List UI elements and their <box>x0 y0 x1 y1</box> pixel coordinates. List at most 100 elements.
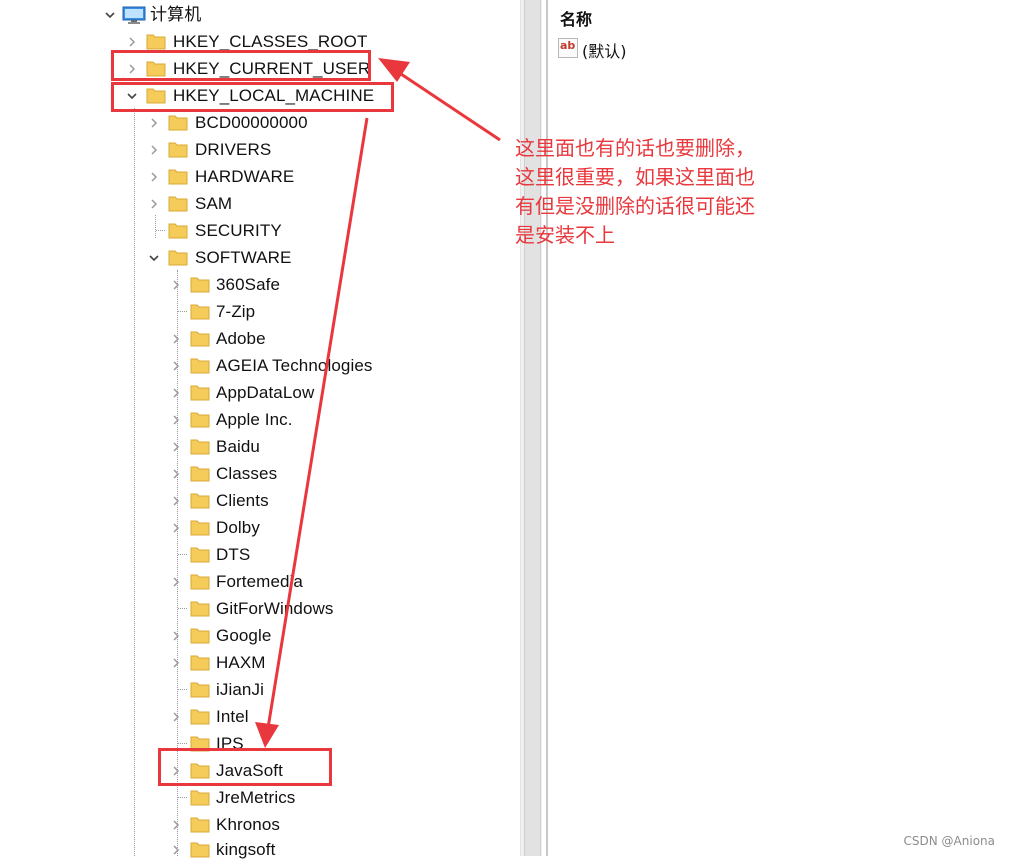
folder-icon <box>168 168 188 185</box>
folder-icon <box>190 654 210 671</box>
values-pane: 名称 ab (默认) <box>548 0 1011 856</box>
tree-node-label: HARDWARE <box>195 167 295 186</box>
annotation-line: 这里面也有的话也要删除， <box>515 136 755 160</box>
folder-icon <box>190 546 210 563</box>
folder-icon <box>190 411 210 428</box>
chevron-right-icon[interactable] <box>170 462 184 486</box>
folder-icon <box>168 195 188 212</box>
tree-guide-line <box>178 797 187 798</box>
scrollbar-thumb[interactable] <box>524 0 541 856</box>
annotation-note: 这里面也有的话也要删除， 这里很重要，如果这里面也 有但是没删除的话很可能还 是… <box>515 134 805 250</box>
tree-node-label: BCD00000000 <box>195 113 308 132</box>
folder-icon <box>190 492 210 509</box>
tree-node-label: SECURITY <box>195 221 282 240</box>
chevron-right-icon[interactable] <box>148 192 162 216</box>
chevron-right-icon[interactable] <box>170 408 184 432</box>
tree-node-label: Intel <box>216 707 249 726</box>
chevron-right-icon[interactable] <box>170 705 184 729</box>
string-value-icon: ab <box>558 38 578 58</box>
folder-icon <box>190 384 210 401</box>
folder-icon <box>190 789 210 806</box>
chevron-right-icon[interactable] <box>148 165 162 189</box>
annotation-line: 这里很重要，如果这里面也 <box>515 165 755 189</box>
tree-node-label: SOFTWARE <box>195 248 292 267</box>
tree-node-label: Apple Inc. <box>216 410 293 429</box>
folder-icon <box>168 141 188 158</box>
chevron-down-icon[interactable] <box>104 3 118 27</box>
folder-icon <box>190 438 210 455</box>
tree-node-label: Dolby <box>216 518 260 537</box>
tree-node-label: AppDataLow <box>216 383 315 402</box>
chevron-right-icon[interactable] <box>170 651 184 675</box>
chevron-right-icon[interactable] <box>170 381 184 405</box>
folder-icon <box>190 708 210 725</box>
folder-icon <box>190 573 210 590</box>
tree-node-label: Classes <box>216 464 278 483</box>
folder-icon <box>190 627 210 644</box>
chevron-right-icon[interactable] <box>170 838 184 862</box>
chevron-right-icon[interactable] <box>170 516 184 540</box>
folder-icon <box>190 330 210 347</box>
tree-guide-line <box>156 230 165 231</box>
chevron-right-icon[interactable] <box>170 327 184 351</box>
folder-icon <box>190 357 210 374</box>
folder-icon <box>168 222 188 239</box>
tree-node-label: AGEIA Technologies <box>216 356 373 375</box>
tree-scrollbar[interactable] <box>520 0 542 856</box>
folder-icon <box>190 465 210 482</box>
folder-icon <box>190 276 210 293</box>
value-name: (默认) <box>582 42 627 61</box>
tree-node-label: HAXM <box>216 653 266 672</box>
tree-node-label: Google <box>216 626 272 645</box>
folder-icon <box>190 841 210 858</box>
tree-node-label: kingsoft <box>216 840 276 859</box>
tree-node-label: SAM <box>195 194 233 213</box>
highlight-box-hkey-local-machine <box>111 82 394 112</box>
chevron-right-icon[interactable] <box>170 354 184 378</box>
tree-guide-line <box>155 215 156 238</box>
highlight-box-hkey-current-user <box>111 50 371 81</box>
tree-guide-line <box>178 743 187 744</box>
tree-guide-line <box>178 554 187 555</box>
folder-icon <box>190 681 210 698</box>
tree-node-label: JreMetrics <box>216 788 296 807</box>
tree-node-label: DRIVERS <box>195 140 272 159</box>
chevron-right-icon[interactable] <box>148 138 162 162</box>
folder-icon <box>146 33 166 50</box>
folder-icon <box>168 249 188 266</box>
highlight-box-javasoft <box>158 748 332 786</box>
tree-node-label: 7-Zip <box>216 302 256 321</box>
annotation-line: 有但是没删除的话很可能还 <box>515 194 755 218</box>
chevron-right-icon[interactable] <box>170 435 184 459</box>
tree-node-label: Clients <box>216 491 269 510</box>
tree-node-label: iJianJi <box>216 680 264 699</box>
chevron-right-icon[interactable] <box>170 570 184 594</box>
tree-node-label: Baidu <box>216 437 260 456</box>
folder-icon <box>190 303 210 320</box>
watermark: CSDN @Aniona <box>903 834 995 848</box>
tree-node-label: DTS <box>216 545 251 564</box>
chevron-right-icon[interactable] <box>170 813 184 837</box>
chevron-right-icon[interactable] <box>148 111 162 135</box>
folder-icon <box>190 816 210 833</box>
tree-guide-line <box>178 608 187 609</box>
folder-icon <box>190 600 210 617</box>
tree-guide-line <box>178 311 187 312</box>
chevron-right-icon[interactable] <box>170 489 184 513</box>
tree-node-label: Fortemedia <box>216 572 303 591</box>
tree-node-label: 360Safe <box>216 275 281 294</box>
chevron-right-icon[interactable] <box>170 273 184 297</box>
tree-guide-line <box>178 689 187 690</box>
tree-node-label: Adobe <box>216 329 266 348</box>
tree-node-label: Khronos <box>216 815 281 834</box>
tree-node-label: GitForWindows <box>216 599 334 618</box>
computer-icon <box>122 6 146 24</box>
tree-node-label: 计算机 <box>150 5 202 24</box>
chevron-down-icon[interactable] <box>148 246 162 270</box>
tree-guide-line <box>134 108 135 856</box>
registry-tree: 计算机 HKEY_CLASSES_ROOT HKEY_CURRENT_USER … <box>0 0 520 859</box>
chevron-right-icon[interactable] <box>170 624 184 648</box>
folder-icon <box>190 519 210 536</box>
annotation-line: 是安装不上 <box>515 223 615 247</box>
column-header-name[interactable]: 名称 <box>560 6 592 30</box>
